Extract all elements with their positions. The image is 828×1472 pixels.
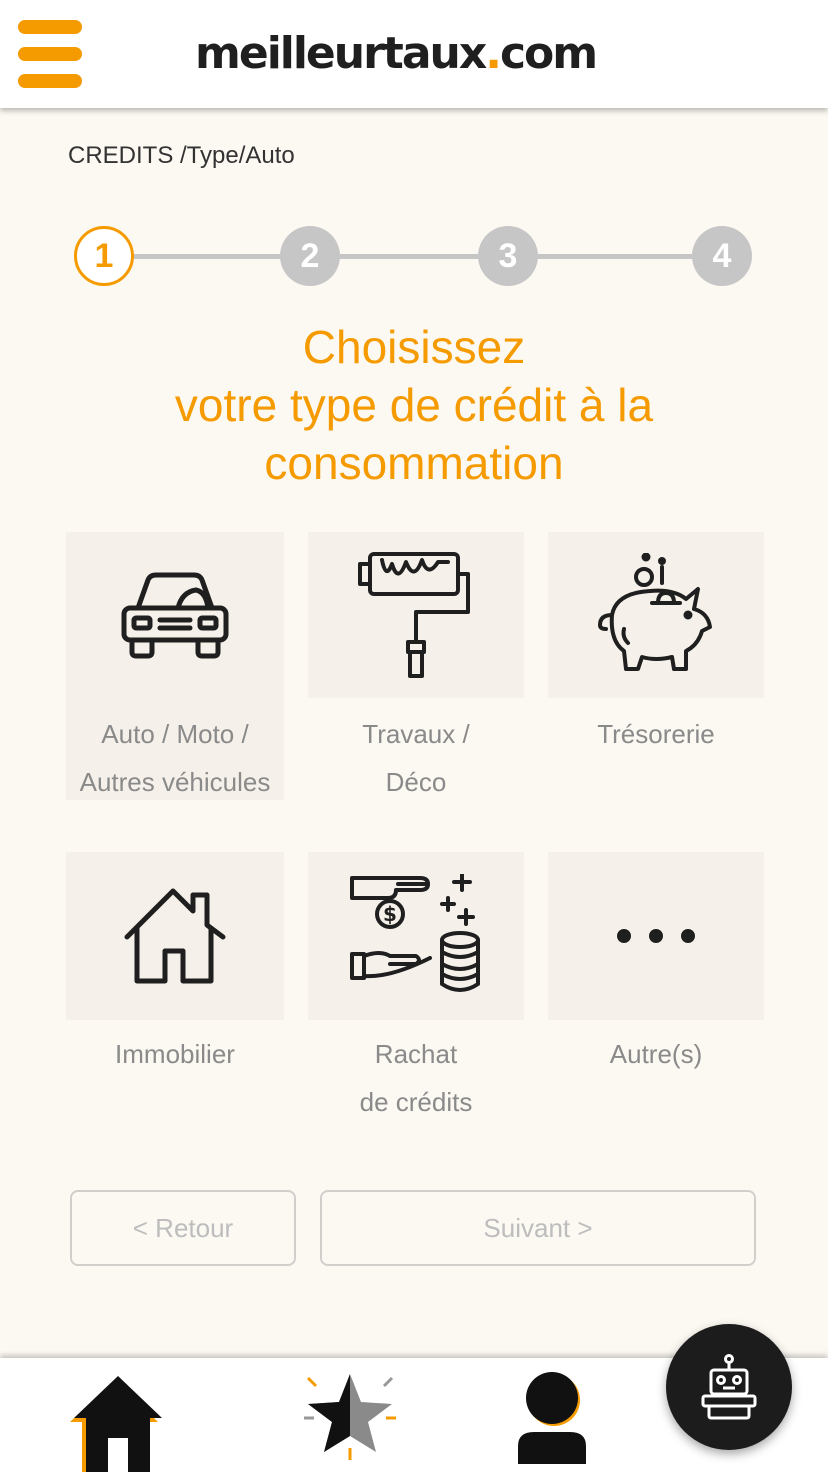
tile-image <box>548 852 764 1020</box>
tile-image <box>66 852 284 1020</box>
home-icon <box>70 1376 162 1472</box>
title-line: votre type de crédit à la <box>174 379 654 431</box>
tile-label: Autre(s) <box>548 1030 764 1078</box>
svg-text:$: $ <box>383 902 397 926</box>
tile-image <box>66 532 284 698</box>
user-icon <box>518 1372 586 1464</box>
nav-account[interactable] <box>514 1368 590 1469</box>
car-icon <box>121 572 229 659</box>
piggy-bank-icon <box>598 553 712 671</box>
step-1: 1 <box>74 226 134 286</box>
credit-buyback-icon: $ <box>350 874 480 992</box>
next-button[interactable]: Suivant > <box>320 1190 756 1266</box>
credit-type-rachat[interactable]: $ Rachat de crédits <box>308 852 524 1132</box>
step-connector <box>336 254 486 259</box>
breadcrumb: CREDITS /Type/Auto <box>68 142 295 169</box>
tile-label-line: Immobilier <box>115 1039 235 1069</box>
credit-type-travaux[interactable]: Travaux / Déco <box>308 532 524 812</box>
tile-label-line: Trésorerie <box>597 719 715 749</box>
progress-stepper: 1 2 3 4 <box>74 226 752 286</box>
step-connector <box>530 254 700 259</box>
tile-label: Immobilier <box>66 1030 284 1078</box>
step-4: 4 <box>692 226 752 286</box>
chatbot-button[interactable] <box>666 1324 792 1450</box>
tile-image: $ <box>308 852 524 1020</box>
hamburger-menu-icon[interactable] <box>18 20 82 88</box>
nav-home[interactable] <box>70 1368 166 1472</box>
site-logo[interactable]: meilleurtaux.com <box>195 28 598 79</box>
step-2: 2 <box>280 226 340 286</box>
credit-type-tresorerie[interactable]: Trésorerie <box>548 532 764 762</box>
credit-type-immobilier[interactable]: Immobilier <box>66 852 284 1082</box>
house-icon <box>124 888 226 984</box>
tile-label: Rachat de crédits <box>308 1030 524 1126</box>
title-line: consommation <box>264 437 564 489</box>
star-icon <box>304 1374 396 1460</box>
tile-label-line: de crédits <box>359 1087 473 1117</box>
nav-favorites[interactable] <box>298 1368 402 1467</box>
credit-type-auto[interactable]: Auto / Moto / Autres véhicules <box>66 532 284 800</box>
tile-label-line: Autres véhicules <box>79 767 271 797</box>
tile-label-line: Déco <box>385 767 447 797</box>
credit-type-autres[interactable]: Autre(s) <box>548 852 764 1082</box>
step-3: 3 <box>478 226 538 286</box>
more-dots-icon <box>617 929 695 943</box>
page-title: Choisissez votre type de crédit à la con… <box>0 318 828 492</box>
tile-label: Travaux / Déco <box>308 710 524 806</box>
tile-label-line: Travaux / <box>362 719 470 749</box>
back-button[interactable]: < Retour <box>70 1190 296 1266</box>
tile-label-line: Rachat <box>374 1039 458 1069</box>
paint-roller-icon <box>358 552 470 678</box>
tile-image <box>548 532 764 698</box>
tile-label: Auto / Moto / Autres véhicules <box>66 710 284 806</box>
tile-label-line: Autre(s) <box>609 1039 703 1069</box>
tile-label-line: Auto / Moto / <box>101 719 249 749</box>
title-line: Choisissez <box>302 321 526 373</box>
robot-icon <box>701 1354 757 1420</box>
tile-label: Trésorerie <box>548 710 764 758</box>
app-header: meilleurtaux.com <box>0 0 828 108</box>
tile-image <box>308 532 524 698</box>
step-connector <box>132 254 292 259</box>
